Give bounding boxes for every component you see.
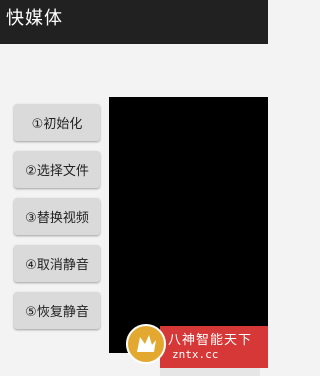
watermark-strip bbox=[160, 368, 260, 376]
unmute-button[interactable]: ④取消静音 bbox=[14, 245, 100, 282]
replace-video-button[interactable]: ③替换视频 bbox=[14, 198, 100, 235]
init-button[interactable]: ①初始化 bbox=[14, 104, 100, 141]
watermark: 八神智能天下 zntx.cc bbox=[124, 324, 268, 376]
restore-mute-button[interactable]: ⑤恢复静音 bbox=[14, 292, 100, 329]
video-view[interactable] bbox=[109, 97, 268, 353]
title-bar: 快媒体 bbox=[0, 0, 268, 44]
watermark-url: zntx.cc bbox=[172, 348, 219, 361]
watermark-name: 八神智能天下 bbox=[168, 333, 253, 348]
select-file-button[interactable]: ②选择文件 bbox=[14, 151, 100, 188]
watermark-logo-icon bbox=[126, 324, 166, 364]
app-title: 快媒体 bbox=[6, 8, 63, 29]
